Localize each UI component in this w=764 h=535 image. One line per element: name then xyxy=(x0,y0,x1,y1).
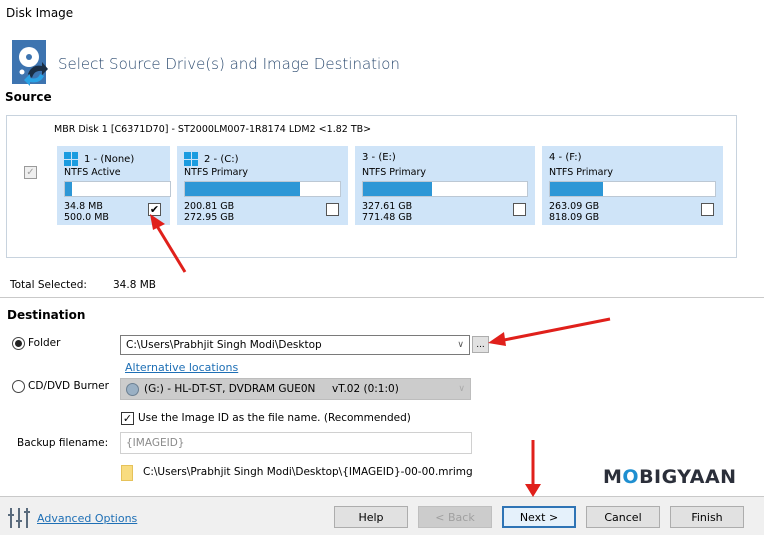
destination-heading: Destination xyxy=(7,308,86,322)
alternative-locations-link[interactable]: Alternative locations xyxy=(125,361,238,374)
annotation-arrow-next xyxy=(525,440,541,497)
burner-combo[interactable]: (G:) - HL-DT-ST, DVDRAM GUE0N vT.02 (0:1… xyxy=(120,378,471,400)
partition-usage-bar xyxy=(549,181,716,197)
back-button[interactable]: < Back xyxy=(418,506,492,528)
use-image-id-label: Use the Image ID as the file name. (Reco… xyxy=(138,412,411,424)
next-button[interactable]: Next > xyxy=(502,506,576,528)
partition-type: NTFS Primary xyxy=(362,167,426,178)
page-title: Select Source Drive(s) and Image Destina… xyxy=(58,55,400,73)
folder-radio[interactable] xyxy=(12,337,25,350)
partition-total: 818.09 GB xyxy=(549,212,600,223)
partition-usage-fill xyxy=(363,182,432,196)
partition-usage-bar xyxy=(184,181,341,197)
annotation-arrow-browse xyxy=(488,317,611,346)
help-button[interactable]: Help xyxy=(334,506,408,528)
folder-path-value: C:\Users\Prabhjit Singh Modi\Desktop xyxy=(126,339,322,351)
disk-select-checkbox[interactable]: ✓ xyxy=(24,166,37,179)
burner-value: (G:) - HL-DT-ST, DVDRAM GUE0N vT.02 (0:1… xyxy=(144,383,399,395)
partition-type: NTFS Primary xyxy=(184,167,248,178)
partition-usage-fill xyxy=(550,182,603,196)
total-selected-label: Total Selected: xyxy=(10,279,87,291)
partition-checkbox[interactable] xyxy=(701,203,714,216)
partition-card[interactable]: 2 - (C:) NTFS Primary 200.81 GB 272.95 GB xyxy=(177,146,348,225)
chevron-down-icon: ∨ xyxy=(458,384,465,394)
partition-total: 272.95 GB xyxy=(184,212,235,223)
partition-total: 500.0 MB xyxy=(64,212,109,223)
partition-type: NTFS Primary xyxy=(549,167,613,178)
partition-used: 327.61 GB xyxy=(362,201,413,212)
partition-title: 2 - (C:) xyxy=(184,152,238,166)
watermark-logo: MOBIGYAAN xyxy=(603,466,737,488)
partition-title: 1 - (None) xyxy=(64,152,134,166)
advanced-options-link[interactable]: Advanced Options xyxy=(37,512,137,525)
folder-path-combo[interactable]: C:\Users\Prabhjit Singh Modi\Desktop ∨ xyxy=(120,335,470,355)
radio-selected-dot xyxy=(15,340,22,347)
folder-radio-label[interactable]: Folder xyxy=(28,337,60,349)
use-image-id-checkbox[interactable]: ✓ xyxy=(121,412,134,425)
partition-usage-bar xyxy=(362,181,528,197)
cd-dvd-radio[interactable] xyxy=(12,380,25,393)
partition-card[interactable]: 3 - (E:) NTFS Primary 327.61 GB 771.48 GB xyxy=(355,146,535,225)
cancel-button[interactable]: Cancel xyxy=(586,506,660,528)
backup-filename-input[interactable]: {IMAGEID} xyxy=(120,432,472,454)
backup-filename-label: Backup filename: xyxy=(17,437,109,449)
disk-label: MBR Disk 1 [C6371D70] - ST2000LM007-1R81… xyxy=(54,124,372,135)
output-path-preview: C:\Users\Prabhjit Singh Modi\Desktop\{IM… xyxy=(143,466,473,478)
partition-title: 3 - (E:) xyxy=(362,152,396,163)
windows-icon xyxy=(184,152,198,166)
partition-used: 200.81 GB xyxy=(184,201,235,212)
partition-usage-fill xyxy=(185,182,300,196)
partition-card[interactable]: 4 - (F:) NTFS Primary 263.09 GB 818.09 GB xyxy=(542,146,723,225)
windows-icon xyxy=(64,152,78,166)
disk-image-icon xyxy=(12,40,48,86)
section-divider xyxy=(0,297,764,298)
optical-drive-icon xyxy=(126,382,139,396)
partition-used: 34.8 MB xyxy=(64,201,103,212)
annotation-arrow-checkbox xyxy=(150,214,187,273)
sliders-icon xyxy=(8,508,30,528)
partition-title: 4 - (F:) xyxy=(549,152,582,163)
browse-button[interactable]: ... xyxy=(472,336,489,353)
partition-usage-bar xyxy=(64,181,171,197)
window-title: Disk Image xyxy=(6,6,74,20)
partition-used: 263.09 GB xyxy=(549,201,600,212)
chevron-down-icon[interactable]: ∨ xyxy=(457,340,464,350)
partition-usage-fill xyxy=(65,182,73,196)
source-heading: Source xyxy=(5,90,52,104)
partition-total: 771.48 GB xyxy=(362,212,413,223)
cd-dvd-radio-label[interactable]: CD/DVD Burner xyxy=(28,380,109,392)
partition-checkbox[interactable] xyxy=(326,203,339,216)
partition-checkbox[interactable] xyxy=(513,203,526,216)
folder-icon xyxy=(121,465,133,481)
total-selected-value: 34.8 MB xyxy=(113,279,156,291)
partition-type: NTFS Active xyxy=(64,167,121,178)
finish-button[interactable]: Finish xyxy=(670,506,744,528)
